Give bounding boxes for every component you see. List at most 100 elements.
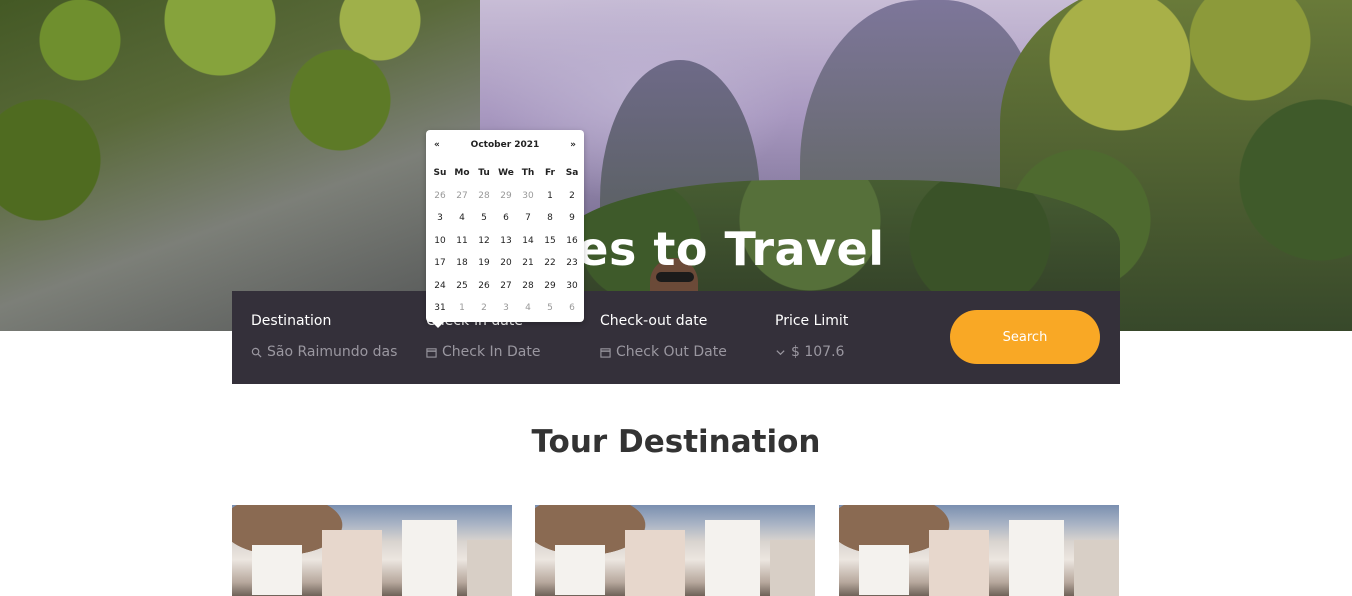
datepicker-day[interactable]: 13 <box>495 236 517 246</box>
datepicker-day[interactable]: 20 <box>495 258 517 268</box>
datepicker-popup: October 2021 « » Su Mo Tu We Th Fr Sa 26 27 28 29 3… <box>426 130 584 328</box>
card-image-building <box>770 540 815 596</box>
datepicker-day[interactable]: 4 <box>451 213 473 223</box>
datepicker-week-row: 31 1 2 3 4 5 6 <box>429 297 583 320</box>
price-value: $ 107.6 <box>791 344 845 360</box>
datepicker-week-row: 10 11 12 13 14 15 16 <box>429 230 583 253</box>
datepicker-weekday: Sa <box>565 168 579 179</box>
datepicker-weekday: Th <box>521 168 535 179</box>
datepicker-day[interactable]: 8 <box>539 213 561 223</box>
destination-card[interactable] <box>535 505 815 596</box>
datepicker-header: October 2021 « » <box>426 140 584 154</box>
datepicker-day[interactable]: 7 <box>517 213 539 223</box>
search-bar: Destination São Raimundo das Check-in da… <box>232 291 1120 384</box>
datepicker-day[interactable]: 5 <box>473 213 495 223</box>
datepicker-weekday: Tu <box>478 168 490 179</box>
datepicker-weekday-row: Su Mo Tu We Th Fr Sa <box>429 162 583 185</box>
datepicker-day[interactable]: 6 <box>495 213 517 223</box>
datepicker-weekday: Mo <box>454 168 470 179</box>
card-image-building <box>467 540 512 596</box>
datepicker-day[interactable]: 1 <box>539 191 561 201</box>
datepicker-day[interactable]: 17 <box>429 258 451 268</box>
datepicker-day[interactable]: 29 <box>495 191 517 201</box>
calendar-icon <box>600 347 611 358</box>
datepicker-week-row: 26 27 28 29 30 1 2 <box>429 185 583 208</box>
card-image-building <box>1009 520 1064 596</box>
datepicker-day[interactable]: 2 <box>473 303 495 313</box>
datepicker-day[interactable]: 28 <box>473 191 495 201</box>
chevron-down-icon <box>776 349 785 355</box>
checkout-label: Check-out date <box>600 313 708 329</box>
datepicker-day[interactable]: 15 <box>539 236 561 246</box>
card-image-building <box>859 545 909 595</box>
datepicker-week-row: 3456789 <box>429 207 583 230</box>
datepicker-day[interactable]: 30 <box>517 191 539 201</box>
datepicker-day[interactable]: 19 <box>473 258 495 268</box>
card-image-building <box>929 530 989 596</box>
datepicker-day[interactable]: 27 <box>451 191 473 201</box>
card-image-building <box>252 545 302 595</box>
datepicker-day[interactable]: 18 <box>451 258 473 268</box>
destination-card[interactable] <box>232 505 512 596</box>
checkin-input[interactable]: Check In Date <box>426 344 540 360</box>
datepicker-prev-button[interactable]: « <box>434 140 440 150</box>
datepicker-weekday: Su <box>433 168 447 179</box>
hero-cliff <box>0 0 480 331</box>
hero-title: Places to Travel <box>467 222 885 276</box>
datepicker-weekday: We <box>498 168 514 179</box>
datepicker-day[interactable]: 12 <box>473 236 495 246</box>
card-image-building <box>705 520 760 596</box>
datepicker-day[interactable]: 24 <box>429 281 451 291</box>
datepicker-week-row: 17 18 19 20 21 22 23 <box>429 252 583 275</box>
card-image-building <box>555 545 605 595</box>
destination-label: Destination <box>251 313 332 329</box>
datepicker-next-button[interactable]: » <box>570 140 576 150</box>
datepicker-day[interactable]: 3 <box>495 303 517 313</box>
section-title: Tour Destination <box>531 424 821 460</box>
checkout-input[interactable]: Check Out Date <box>600 344 727 360</box>
datepicker-day[interactable]: 5 <box>539 303 561 313</box>
hero-banner: Places to Travel <box>0 0 1352 331</box>
datepicker-day[interactable]: 14 <box>517 236 539 246</box>
datepicker-grid: Su Mo Tu We Th Fr Sa 26 27 28 29 30 1 2 3 4 5 6 7 8 9 10 11 12 1… <box>429 162 583 320</box>
calendar-icon <box>426 347 437 358</box>
datepicker-day[interactable]: 30 <box>561 281 583 291</box>
datepicker-day[interactable]: 31 <box>429 303 451 313</box>
card-image-building <box>322 530 382 596</box>
datepicker-day[interactable]: 3 <box>429 213 451 223</box>
datepicker-day[interactable]: 27 <box>495 281 517 291</box>
datepicker-day[interactable]: 16 <box>561 236 583 246</box>
datepicker-day[interactable]: 26 <box>429 191 451 201</box>
datepicker-day[interactable]: 4 <box>517 303 539 313</box>
datepicker-day[interactable]: 29 <box>539 281 561 291</box>
datepicker-day[interactable]: 10 <box>429 236 451 246</box>
card-image-building <box>1074 540 1119 596</box>
card-image-building <box>625 530 685 596</box>
destination-input[interactable]: São Raimundo das <box>251 344 397 360</box>
datepicker-day[interactable]: 25 <box>451 281 473 291</box>
destination-value: São Raimundo das <box>267 344 398 360</box>
datepicker-day[interactable]: 9 <box>561 213 583 223</box>
checkin-placeholder: Check In Date <box>442 344 541 360</box>
datepicker-day[interactable]: 21 <box>517 258 539 268</box>
datepicker-day[interactable]: 11 <box>451 236 473 246</box>
datepicker-month-title[interactable]: October 2021 <box>426 140 584 150</box>
price-select[interactable]: $ 107.6 <box>775 344 844 360</box>
datepicker-day[interactable]: 23 <box>561 258 583 268</box>
search-icon <box>251 347 262 358</box>
destination-card[interactable] <box>839 505 1119 596</box>
checkout-placeholder: Check Out Date <box>616 344 727 360</box>
datepicker-day[interactable]: 1 <box>451 303 473 313</box>
card-image-building <box>402 520 457 596</box>
search-button[interactable]: Search <box>950 310 1100 364</box>
datepicker-weekday: Fr <box>544 168 555 179</box>
datepicker-day[interactable]: 2 <box>561 191 583 201</box>
datepicker-day[interactable]: 26 <box>473 281 495 291</box>
checkout-field[interactable]: Check-out date Check Out Date <box>600 291 760 384</box>
destination-field[interactable]: Destination São Raimundo das <box>251 291 406 384</box>
price-label: Price Limit <box>775 313 849 329</box>
price-field[interactable]: Price Limit $ 107.6 <box>775 291 935 384</box>
datepicker-day[interactable]: 28 <box>517 281 539 291</box>
datepicker-day[interactable]: 22 <box>539 258 561 268</box>
datepicker-day[interactable]: 6 <box>561 303 583 313</box>
